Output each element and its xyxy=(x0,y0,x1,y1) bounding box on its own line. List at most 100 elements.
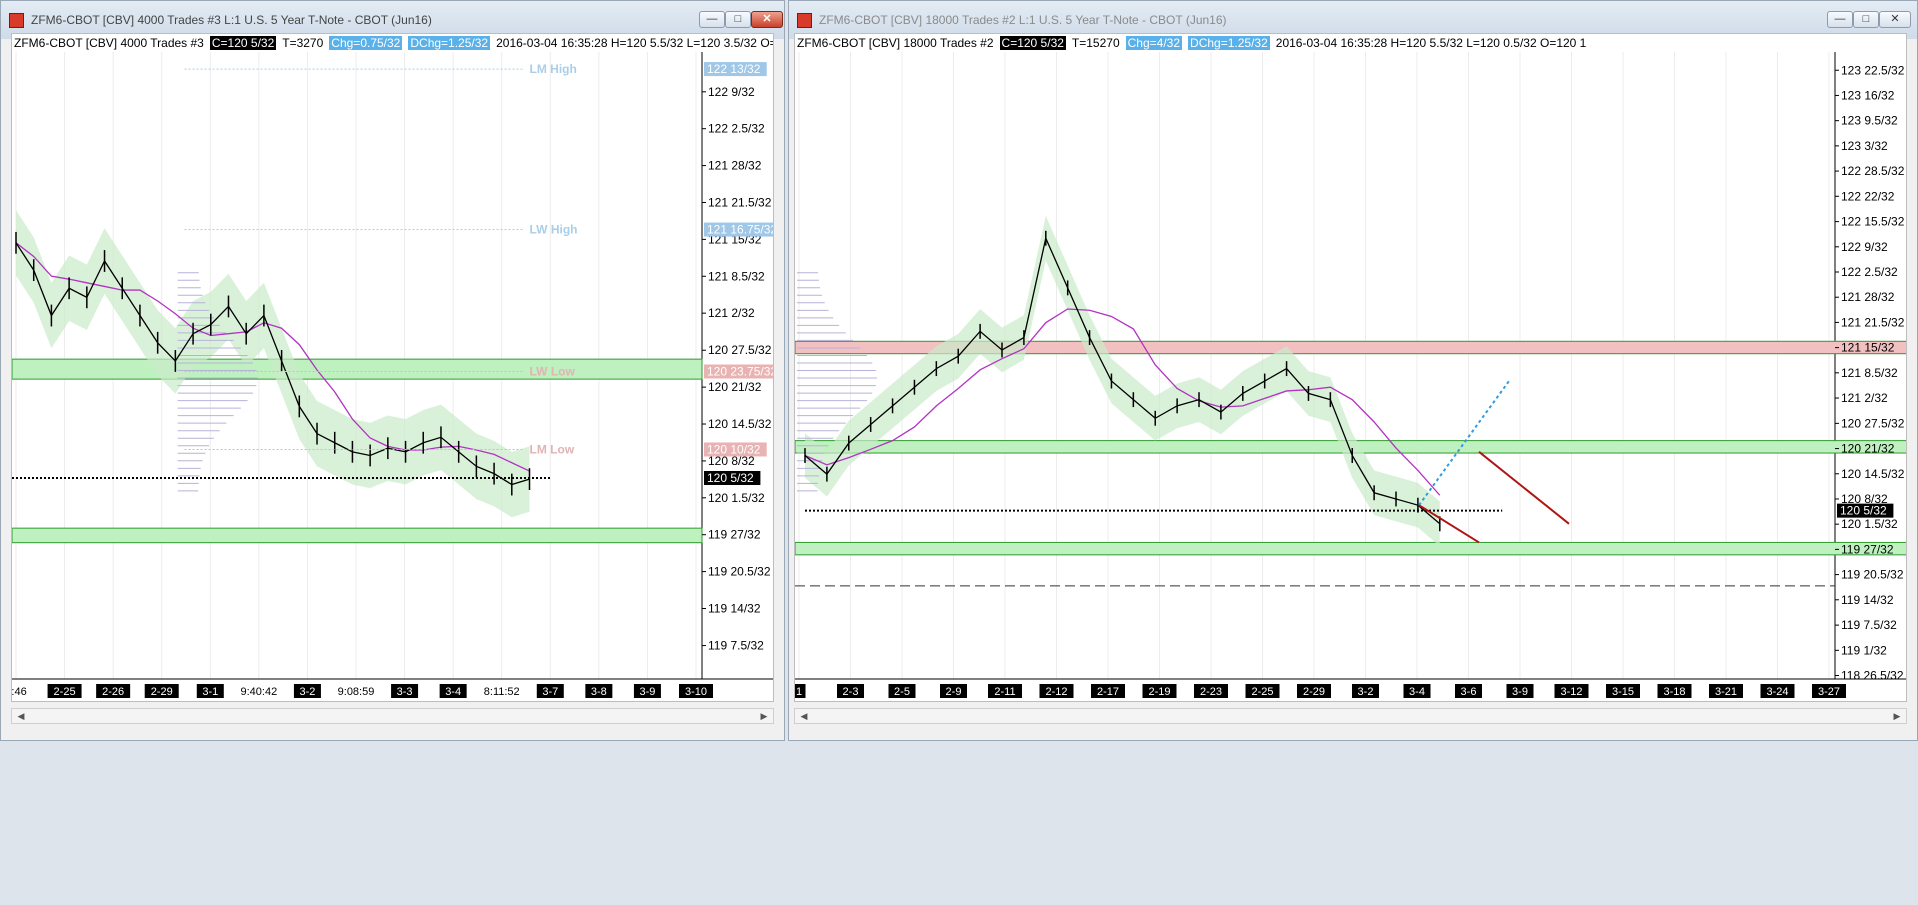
scroll-left-arrow-icon[interactable]: ◀ xyxy=(797,710,811,722)
time-axis-label: 3-1 xyxy=(202,686,218,698)
time-axis-label: 2-12 xyxy=(1045,686,1067,698)
level-label: LM High xyxy=(530,62,577,76)
chart-window-4000-trades[interactable]: ZFM6-CBOT [CBV] 4000 Trades #3 L:1 U.S. … xyxy=(0,0,785,741)
price-axis-label: 120 27.5/32 xyxy=(1841,416,1905,430)
price-axis-label: 121 8.5/32 xyxy=(1841,366,1898,380)
time-axis-label: 9:40:42 xyxy=(241,686,278,698)
price-chart-left[interactable]: 7:46 2-25 2-26 2-29 3-1 9:40:42 3-2 9:08:59 3-3 3… xyxy=(11,33,774,702)
scroll-left-arrow-icon[interactable]: ◀ xyxy=(14,710,28,722)
time-axis-label: 2-11 xyxy=(994,686,1015,698)
horizontal-scrollbar[interactable]: ◀ ▶ xyxy=(794,708,1907,724)
time-axis-label: 2-19 xyxy=(1148,686,1170,698)
ohlc-label: 2016-03-04 16:35:28 H=120 5.5/32 L=120 3… xyxy=(496,35,774,50)
price-axis-label: 123 9.5/32 xyxy=(1841,114,1898,128)
app-icon xyxy=(9,13,24,28)
level-label: LW High xyxy=(530,223,578,237)
trade-count-label: T=3270 xyxy=(282,35,324,50)
price-chart-right[interactable]: 1 2-3 2-5 2-9 2-11 2-12 2-17 2-19 2-23 2-25 2-29 3-… xyxy=(794,33,1907,702)
price-axis-label: 123 16/32 xyxy=(1841,88,1895,102)
price-tag-label: 120 10/32 xyxy=(707,442,761,456)
time-axis-label: 3-27 xyxy=(1818,686,1840,698)
time-axis-label: 2-25 xyxy=(54,686,76,698)
time-axis-label: 3-18 xyxy=(1663,686,1685,698)
change-label: Chg=0.75/32 xyxy=(329,35,403,50)
time-axis-label: 3-15 xyxy=(1612,686,1634,698)
price-tag-label: 122 13/32 xyxy=(707,62,761,76)
time-axis-label: 2-23 xyxy=(1200,686,1222,698)
horizontal-scrollbar[interactable]: ◀ ▶ xyxy=(11,708,774,724)
time-axis-label: 3-4 xyxy=(445,686,461,698)
price-axis-label: 120 1.5/32 xyxy=(708,491,765,505)
time-axis-label: 3-9 xyxy=(1512,686,1528,698)
price-axis-label: 119 27/32 xyxy=(708,528,761,542)
chart-canvas[interactable]: 7:46 2-25 2-26 2-29 3-1 9:40:42 3-2 9:08:59 3-3 3… xyxy=(12,34,774,702)
time-axis-label: 2-29 xyxy=(151,686,173,698)
support-resistance-zone xyxy=(795,541,1906,556)
price-axis-label: 119 20.5/32 xyxy=(708,565,771,579)
close-button[interactable]: ✕ xyxy=(1879,11,1911,28)
maximize-button[interactable]: □ xyxy=(1853,11,1879,28)
price-axis-label: 121 2/32 xyxy=(708,306,755,320)
chart-header: ZFM6-CBOT [CBV] 18000 Trades #2 C=120 5/… xyxy=(797,34,1590,51)
scroll-right-arrow-icon[interactable]: ▶ xyxy=(1890,710,1904,722)
close-button[interactable]: ✕ xyxy=(751,11,783,28)
bearish-projection-arrow xyxy=(1478,451,1570,525)
price-axis-label: 120 14.5/32 xyxy=(708,417,772,431)
time-axis-label: 3-10 xyxy=(685,686,707,698)
price-axis-label: 122 9/32 xyxy=(708,85,755,99)
symbol-label: ZFM6-CBOT [CBV] 4000 Trades #3 xyxy=(14,35,204,50)
minimize-button[interactable]: — xyxy=(1827,11,1853,28)
price-axis-label: 118 26.5/32 xyxy=(1841,669,1904,683)
price-axis-label: 119 20.5/32 xyxy=(1841,568,1904,582)
price-axis-label: 122 2.5/32 xyxy=(1841,265,1898,279)
trade-count-label: T=15270 xyxy=(1071,35,1120,50)
time-axis-label: 7:46 xyxy=(12,686,27,698)
price-axis-label: 122 2.5/32 xyxy=(708,122,765,136)
price-axis-label: 119 27/32 xyxy=(1841,542,1894,556)
price-axis-label: 122 22/32 xyxy=(1841,189,1895,203)
time-axis-label: 2-3 xyxy=(843,686,859,698)
price-axis-label: 122 15.5/32 xyxy=(1841,215,1905,229)
time-axis-label: 8:11:52 xyxy=(484,686,520,698)
time-axis-label: 2-29 xyxy=(1303,686,1325,698)
time-axis-label: 3-21 xyxy=(1715,686,1737,698)
daily-change-label: DChg=1.25/32 xyxy=(1188,35,1270,50)
time-axis-label: 2-17 xyxy=(1097,686,1119,698)
price-tag-label: 120 23.75/32 xyxy=(707,364,774,378)
chart-window-18000-trades[interactable]: ZFM6-CBOT [CBV] 18000 Trades #2 L:1 U.S.… xyxy=(788,0,1918,741)
maximize-button[interactable]: □ xyxy=(725,11,751,28)
price-axis-label: 123 3/32 xyxy=(1841,139,1888,153)
price-axis-label: 121 2/32 xyxy=(1841,391,1888,405)
chart-canvas[interactable]: 1 2-3 2-5 2-9 2-11 2-12 2-17 2-19 2-23 2-25 2-29 3-… xyxy=(795,34,1907,702)
close-price-label: C=120 5/32 xyxy=(209,35,277,50)
price-tag-label: 121 16.75/32 xyxy=(707,223,774,237)
close-price-label: C=120 5/32 xyxy=(999,35,1066,50)
time-axis-label: 2-5 xyxy=(894,686,910,698)
time-axis-label: 3-6 xyxy=(1461,686,1477,698)
price-axis-label: 120 14.5/32 xyxy=(1841,467,1905,481)
price-axis-label: 122 28.5/32 xyxy=(1841,164,1905,178)
scroll-right-arrow-icon[interactable]: ▶ xyxy=(757,710,771,722)
price-axis-label: 121 21.5/32 xyxy=(708,195,772,209)
price-axis-label: 120 21/32 xyxy=(708,380,762,394)
price-axis-label: 119 14/32 xyxy=(1841,593,1894,607)
time-axis-label: 3-7 xyxy=(542,686,558,698)
price-axis-label: 123 22.5/32 xyxy=(1841,63,1905,77)
price-axis-label: 122 9/32 xyxy=(1841,240,1888,254)
price-axis-label: 121 28/32 xyxy=(708,159,762,173)
price-axis-label: 121 28/32 xyxy=(1841,290,1895,304)
price-axis-label: 120 21/32 xyxy=(1841,442,1895,456)
time-axis-label: 3-4 xyxy=(1409,686,1425,698)
price-tag-label: 120 5/32 xyxy=(1840,504,1887,518)
time-axis-label: 3-12 xyxy=(1560,686,1582,698)
price-axis-label: 119 7.5/32 xyxy=(708,639,764,653)
support-resistance-zone xyxy=(12,358,703,380)
time-axis-label: 2-25 xyxy=(1251,686,1273,698)
time-axis-label: 2-9 xyxy=(946,686,962,698)
daily-change-label: DChg=1.25/32 xyxy=(408,35,491,50)
minimize-button[interactable]: — xyxy=(699,11,725,28)
price-axis-label: 119 14/32 xyxy=(708,601,761,615)
time-axis-label: 2-26 xyxy=(102,686,124,698)
change-label: Chg=4/32 xyxy=(1125,35,1183,50)
window-title: ZFM6-CBOT [CBV] 4000 Trades #3 L:1 U.S. … xyxy=(31,13,432,27)
